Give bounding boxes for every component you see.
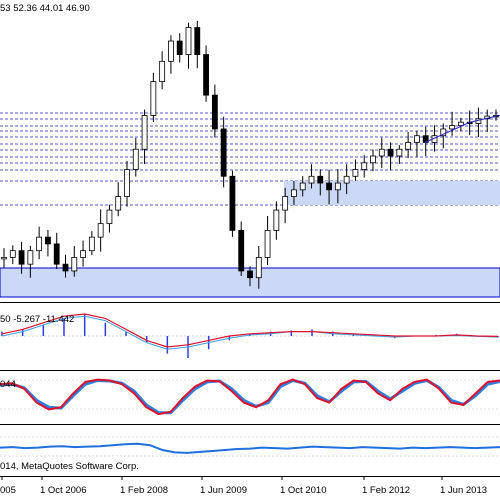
time-label: 1 Oct 2010 [280,485,326,496]
candle-body [247,270,253,279]
candle-body [334,182,341,191]
time-label: 1 Feb 2008 [120,485,168,496]
candle-body [97,223,104,238]
candle-body [396,148,403,157]
candle-body [370,155,376,164]
time-label: 1 Jun 2009 [200,485,247,496]
candle-body [124,169,130,197]
candle-body [185,27,192,55]
candle-body [168,40,174,62]
candle-body [343,175,350,184]
candle-body [62,263,69,272]
candle-body [229,175,236,231]
candle-body [264,229,271,258]
candle-body [115,196,122,211]
candle-body [132,148,139,170]
candle-body [150,81,157,116]
candle-body [203,54,209,96]
candle-body [36,236,43,252]
candle-body [449,125,455,130]
candle-body [282,196,289,211]
candle-body [176,40,183,55]
chart-canvas[interactable]: 53 52.36 44.01 46.90 50 -5.267 -11.442 0… [0,0,500,500]
candle-body [326,182,332,191]
candle-body [273,209,280,231]
candle-body [414,135,420,143]
candle-body [159,60,166,83]
candle-body [220,128,227,177]
time-label: 1 Oct 2006 [40,485,86,496]
resistance-zone [284,181,500,205]
time-label: 1 Feb 2012 [362,485,410,496]
candle-body [9,250,16,258]
ohlc-readout: 53 52.36 44.01 46.90 [0,3,90,14]
candle-body [387,148,394,157]
candle-body [291,189,297,197]
candle-body [308,175,315,184]
candle-body [378,148,385,157]
candle-body [255,257,262,279]
candle-body [45,236,51,245]
time-label: 1 Jun 2013 [440,485,487,496]
candle-body [405,142,412,150]
copyright-text: 014, MetaQuotes Software Corp. [0,461,139,472]
candle-body [53,243,60,265]
metatrader-chart-window: 53 52.36 44.01 46.90 50 -5.267 -11.442 0… [0,0,500,500]
candle-body [238,229,245,272]
candle-body [1,257,7,260]
candle-body [71,257,78,272]
candle-body [80,250,86,258]
candle-body [106,209,113,225]
candle-body [141,115,148,150]
candle-body [361,162,368,170]
candle-body [211,94,218,130]
macd-readout: 50 -5.267 -11.442 [0,314,74,325]
candle-body [18,250,25,265]
time-label: 005 [0,485,16,496]
candle-body [299,182,306,191]
candle-body [194,27,201,55]
candle-body [88,236,95,252]
stoch-readout: 044 [0,379,16,390]
candle-body [352,169,359,177]
candle-body [27,250,34,265]
candle-body [317,175,324,184]
